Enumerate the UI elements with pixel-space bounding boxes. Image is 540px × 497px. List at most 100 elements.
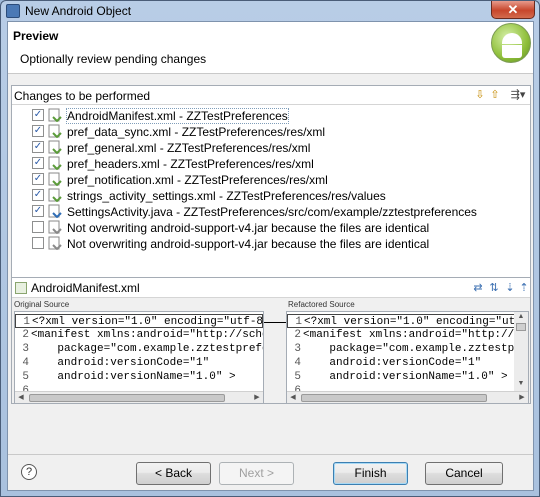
- unchecked-checkbox[interactable]: [32, 237, 44, 249]
- next-button[interactable]: Next >: [219, 462, 294, 485]
- compare-panel: AndroidManifest.xml ⇄ ⇅ ⇣ ⇡ Original Sou…: [11, 277, 531, 404]
- refactored-source-label: Refactored Source: [288, 300, 355, 309]
- line-number: 5: [22, 371, 29, 383]
- change-item[interactable]: Not overwriting android-support-v4.jar b…: [32, 236, 512, 252]
- scroll-right-icon[interactable]: ▶: [517, 393, 527, 403]
- xml-file-change-icon: [48, 188, 62, 203]
- code-text: android:versionName="1.0" >: [303, 371, 508, 383]
- change-item[interactable]: ✓ pref_headers.xml - ZZTestPreferences/re…: [32, 156, 512, 172]
- wizard-client: Preview Optionally review pending change…: [7, 21, 534, 491]
- change-item-label: SettingsActivity.java - ZZTestPreference…: [67, 205, 477, 219]
- next-change-icon[interactable]: ⇩: [474, 89, 486, 101]
- line-number: 5: [294, 371, 301, 383]
- changes-header: Changes to be performed ⇩ ⇧ ⇶▾: [12, 86, 530, 105]
- checked-checkbox[interactable]: ✓: [32, 125, 44, 137]
- code-text: <?xml version="1.0" encoding="utf-: [304, 316, 529, 328]
- changes-panel: Changes to be performed ⇩ ⇧ ⇶▾ ✓ AndroidM…: [11, 85, 531, 279]
- vertical-scroll-thumb[interactable]: [516, 323, 526, 331]
- xml-file-change-icon: [48, 156, 62, 171]
- changes-title: Changes to be performed: [14, 89, 151, 103]
- code-text: android:versionCode="1": [31, 357, 210, 369]
- code-text: android:versionCode="1": [303, 357, 482, 369]
- scroll-up-icon[interactable]: ▲: [516, 312, 526, 322]
- back-button[interactable]: < Back: [136, 462, 211, 485]
- cancel-button[interactable]: Cancel: [425, 462, 503, 485]
- checked-checkbox[interactable]: ✓: [32, 141, 44, 153]
- window-title: New Android Object: [25, 4, 132, 18]
- footer-separator: [8, 454, 533, 455]
- horizontal-scroll-thumb[interactable]: [301, 394, 487, 402]
- change-item-label: Not overwriting android-support-v4.jar b…: [67, 237, 430, 251]
- checked-checkbox[interactable]: ✓: [32, 189, 44, 201]
- checked-checkbox[interactable]: ✓: [32, 205, 44, 217]
- horizontal-scrollbar[interactable]: ◀ ▶: [287, 391, 528, 403]
- original-source-label: Original Source: [14, 300, 70, 309]
- change-item-label: AndroidManifest.xml - ZZTestPreferences: [66, 108, 289, 124]
- checked-checkbox[interactable]: ✓: [32, 109, 44, 121]
- finish-button[interactable]: Finish: [333, 462, 408, 485]
- change-item[interactable]: ✓ pref_notification.xml - ZZTestPreferenc…: [32, 172, 512, 188]
- previous-change-icon[interactable]: ⇧: [489, 89, 501, 101]
- jar-file-change-icon: [48, 220, 62, 235]
- checked-checkbox[interactable]: ✓: [32, 157, 44, 169]
- change-item[interactable]: ✓ pref_data_sync.xml - ZZTestPreferences/…: [32, 124, 512, 140]
- code-line: 5 android:versionName="1.0" >: [287, 370, 528, 384]
- change-item[interactable]: ✓ pref_general.xml - ZZTestPreferences/re…: [32, 140, 512, 156]
- horizontal-scrollbar[interactable]: ◀ ▶: [15, 391, 263, 403]
- change-item-label: pref_headers.xml - ZZTestPreferences/res…: [67, 157, 314, 171]
- help-button[interactable]: ?: [21, 464, 37, 480]
- scroll-left-icon[interactable]: ◀: [288, 393, 298, 403]
- code-text: <manifest xmlns:android="http://sc: [303, 329, 528, 341]
- java-file-change-icon: [48, 204, 62, 219]
- change-item-label: pref_data_sync.xml - ZZTestPreferences/r…: [67, 125, 326, 139]
- checked-checkbox[interactable]: ✓: [32, 173, 44, 185]
- change-item[interactable]: ✓ strings_activity_settings.xml - ZZTestP…: [32, 188, 512, 204]
- close-button[interactable]: ✕: [491, 1, 535, 19]
- line-number: 2: [22, 329, 29, 341]
- change-item[interactable]: ✓ AndroidManifest.xml - ZZTestPreferences: [32, 108, 512, 124]
- android-logo-icon: [491, 23, 531, 63]
- vertical-scrollbar[interactable]: ▲ ▼: [514, 312, 528, 391]
- code-text: <manifest xmlns:android="http://schem: [31, 329, 264, 341]
- line-number: 1: [23, 316, 30, 328]
- line-number: 1: [295, 316, 302, 328]
- scroll-right-icon[interactable]: ▶: [252, 393, 262, 403]
- code-line: 1 <?xml version="1.0" encoding="utf-8"?: [15, 314, 263, 328]
- line-number: 4: [22, 357, 29, 369]
- next-difference-icon[interactable]: ⇅: [488, 282, 500, 294]
- line-number: 3: [22, 343, 29, 355]
- refactored-source-pane[interactable]: 1 <?xml version="1.0" encoding="utf- 2 <man…: [286, 311, 529, 404]
- code-line: 3 package="com.example.zztestpre: [287, 342, 528, 356]
- page-title: Preview: [13, 29, 59, 43]
- code-line: 1 <?xml version="1.0" encoding="utf-: [287, 314, 528, 328]
- line-number: 4: [294, 357, 301, 369]
- window-icon: [6, 4, 20, 18]
- horizontal-scroll-thumb[interactable]: [29, 394, 225, 402]
- title-bar[interactable]: New Android Object ✕: [1, 1, 539, 21]
- code-line: 4 android:versionCode="1": [15, 356, 263, 370]
- line-number: 2: [294, 329, 301, 341]
- xml-file-change-icon: [48, 140, 62, 155]
- change-item[interactable]: ✓ SettingsActivity.java - ZZTestPreferenc…: [32, 204, 512, 220]
- filter-menu-icon[interactable]: ⇶▾: [509, 89, 527, 101]
- change-item[interactable]: Not overwriting android-support-v4.jar b…: [32, 220, 512, 236]
- scroll-left-icon[interactable]: ◀: [16, 393, 26, 403]
- code-line: 5 android:versionName="1.0" >: [15, 370, 263, 384]
- compare-header: AndroidManifest.xml ⇄ ⇅ ⇣ ⇡: [12, 278, 530, 298]
- code-line: 4 android:versionCode="1": [287, 356, 528, 370]
- code-text: <?xml version="1.0" encoding="utf-8"?: [32, 316, 264, 328]
- xml-file-change-icon: [48, 124, 62, 139]
- diff-connector: [264, 322, 286, 323]
- page-description: Optionally review pending changes: [20, 52, 207, 66]
- scroll-down-icon[interactable]: ▼: [516, 379, 526, 389]
- next-diff-down-icon[interactable]: ⇣: [504, 282, 516, 294]
- code-line: 3 package="com.example.zztestprefer: [15, 342, 263, 356]
- unchecked-checkbox[interactable]: [32, 221, 44, 233]
- change-item-label: strings_activity_settings.xml - ZZTestPr…: [67, 189, 386, 203]
- original-source-pane[interactable]: 1 <?xml version="1.0" encoding="utf-8"? 2 <…: [14, 311, 264, 404]
- code-text: package="com.example.zztestprefer: [31, 343, 264, 355]
- code-text: android:versionName="1.0" >: [31, 371, 236, 383]
- copy-all-icon[interactable]: ⇄: [472, 282, 484, 294]
- change-item-label: Not overwriting android-support-v4.jar b…: [67, 221, 430, 235]
- previous-diff-up-icon[interactable]: ⇡: [518, 282, 530, 294]
